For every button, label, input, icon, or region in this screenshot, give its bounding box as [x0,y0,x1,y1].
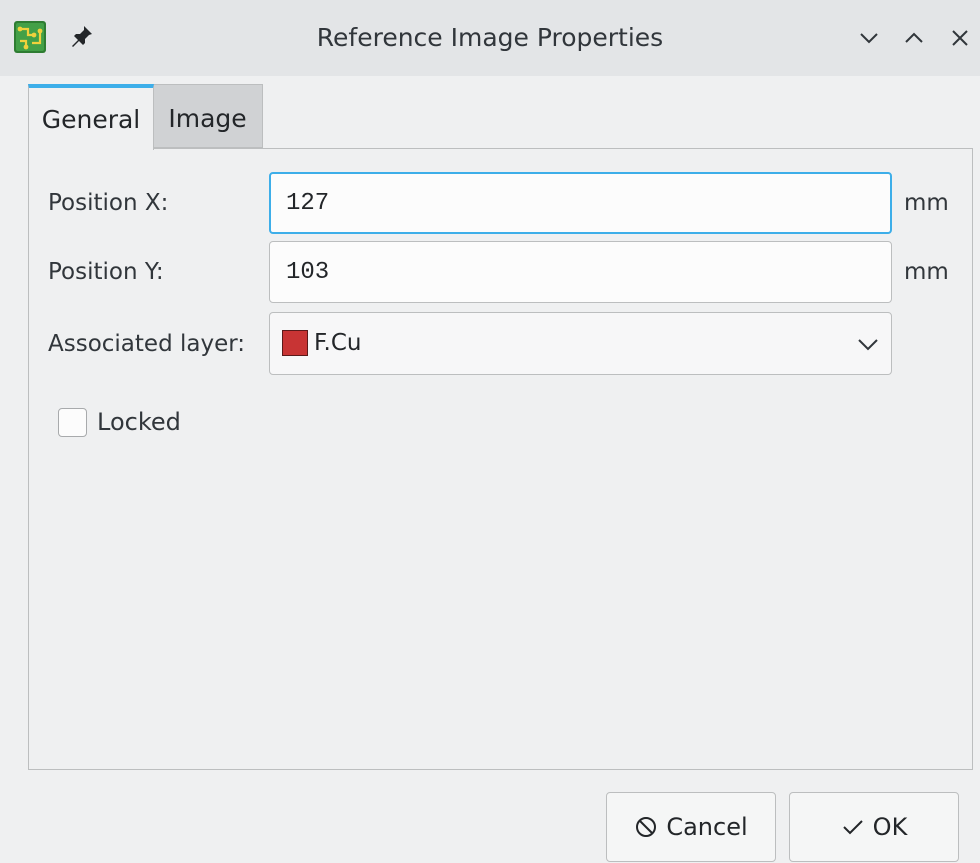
maximize-button[interactable] [900,24,928,52]
cancel-icon [636,817,657,837]
tab-image[interactable]: Image [153,84,263,148]
associated-layer-select[interactable]: F.Cu [269,312,892,375]
tab-general[interactable]: General [28,84,154,150]
ok-button-label: OK [872,813,908,841]
minimize-button[interactable] [855,24,883,52]
associated-layer-value: F.Cu [314,330,362,356]
position-x-unit: mm [904,190,949,216]
layer-color-swatch [282,330,308,356]
locked-label[interactable]: Locked [97,407,181,437]
window-title: Reference Image Properties [316,23,664,52]
chevron-down-icon [858,339,878,351]
close-button[interactable] [946,24,974,52]
reference-image-properties-dialog: Reference Image Properties General Image… [0,0,980,863]
position-x-input[interactable] [269,172,892,234]
checkmark-icon [842,820,863,835]
position-y-label: Position Y: [48,259,164,285]
associated-layer-label: Associated layer: [48,331,246,357]
cancel-button-label: Cancel [666,813,748,841]
cancel-button[interactable]: Cancel [606,792,776,862]
ok-button[interactable]: OK [789,792,959,862]
title-bar: Reference Image Properties [0,0,980,76]
position-y-unit: mm [904,259,949,285]
locked-checkbox[interactable] [58,408,87,437]
position-x-label: Position X: [48,190,169,216]
position-y-input[interactable] [269,241,892,303]
